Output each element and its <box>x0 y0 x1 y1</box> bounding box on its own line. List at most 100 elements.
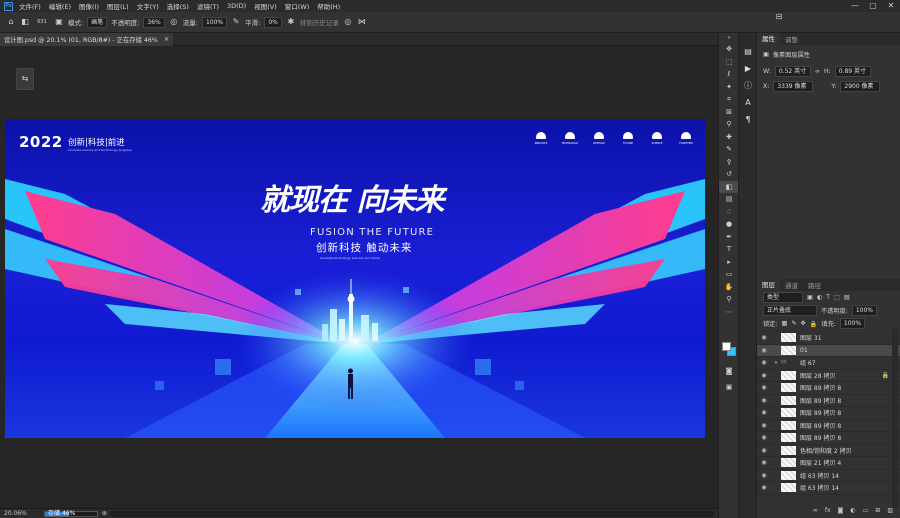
visibility-eye-icon[interactable]: ◉ <box>757 409 771 416</box>
move-tool-icon[interactable]: ✥ <box>719 43 739 56</box>
menu-edit[interactable]: 编辑(E) <box>49 1 71 11</box>
arrange-documents-icon[interactable]: ⊟ <box>772 10 786 24</box>
marquee-tool-icon[interactable]: ⬚ <box>719 56 739 69</box>
photoshop-logo-icon[interactable]: Ps <box>4 1 13 11</box>
visibility-eye-icon[interactable]: ◉ <box>757 472 771 479</box>
layer-row[interactable]: ◉ 图层 89 拷贝 8 <box>757 382 900 395</box>
menu-image[interactable]: 图像(I) <box>79 1 99 11</box>
maximize-button[interactable]: ▢ <box>864 0 882 12</box>
paragraph-panel-icon[interactable]: ¶ <box>739 111 757 128</box>
layer-row[interactable]: ◉ 图层 28 拷贝 🔒 <box>757 370 900 382</box>
gear-icon[interactable]: ✱ <box>286 17 296 27</box>
layer-row[interactable]: ◉ 图层 89 拷贝 8 <box>757 395 900 407</box>
fx-icon[interactable]: fx <box>825 507 831 518</box>
close-window-button[interactable]: ✕ <box>882 0 900 12</box>
collapsed-panel-icon[interactable]: ⇆ <box>16 68 34 90</box>
clone-stamp-icon[interactable]: ⚴ <box>719 156 739 169</box>
visibility-eye-icon[interactable]: ◉ <box>757 359 771 366</box>
layer-row[interactable]: ◉ 图层 89 拷贝 8 <box>757 432 900 445</box>
quick-mask-icon[interactable]: ◙ <box>719 365 739 378</box>
layer-row[interactable]: ◉ 色相/饱和度 2 拷贝 <box>757 445 900 457</box>
foreground-color-swatch[interactable] <box>722 342 731 351</box>
filter-adjust-icon[interactable]: ◐ <box>817 294 822 301</box>
layer-row[interactable]: ◉ 组 63 拷贝 14 <box>757 470 900 482</box>
zoom-tool-icon[interactable]: ⚲ <box>719 293 739 306</box>
blur-tool-icon[interactable]: ♢ <box>719 206 739 219</box>
blend-mode-select[interactable]: 正片叠底 <box>763 305 817 316</box>
opacity-field[interactable]: 36% <box>143 16 165 28</box>
hand-tool-icon[interactable]: ✋ <box>719 281 739 294</box>
filter-pixel-icon[interactable]: ▣ <box>807 294 813 301</box>
menu-help[interactable]: 帮助(H) <box>317 1 340 11</box>
history-panel-icon[interactable]: ▤ <box>739 43 757 60</box>
filter-shape-icon[interactable]: ⬚ <box>834 294 840 301</box>
gradient-tool-icon[interactable]: ▤ <box>719 193 739 206</box>
smooth-field[interactable]: 0% <box>264 16 282 28</box>
layer-row[interactable]: ◉ 图层 31 <box>757 332 900 345</box>
layer-row[interactable]: ◉ ▾ ▭ 组 67 <box>757 357 900 370</box>
home-icon[interactable]: ⌂ <box>6 17 16 27</box>
brush-panel-icon[interactable]: ▣ <box>54 17 64 27</box>
layer-opacity-field[interactable]: 100% <box>851 305 877 316</box>
symmetry-icon[interactable]: ⋈ <box>357 17 367 27</box>
menu-layer[interactable]: 图层(L) <box>107 1 129 11</box>
lasso-tool-icon[interactable]: ℓ <box>719 68 739 81</box>
menu-filter[interactable]: 滤镜(T) <box>197 1 219 11</box>
info-panel-icon[interactable]: ⓘ <box>739 77 757 94</box>
history-brush-icon[interactable]: ↺ <box>719 168 739 181</box>
lock-pixels-icon[interactable]: ✎ <box>791 320 796 327</box>
layer-row[interactable]: ◉ 图层 21 拷贝 4 <box>757 457 900 470</box>
eraser-icon[interactable]: ◧ <box>719 180 739 193</box>
expand-group-icon[interactable]: ▾ <box>771 360 781 366</box>
layer-row[interactable]: ◉ 图层 89 拷贝 8 <box>757 407 900 420</box>
menu-file[interactable]: 文件(F) <box>19 1 41 11</box>
pressure-size-icon[interactable]: ◎ <box>343 17 353 27</box>
layer-row[interactable]: ◉ 图层 89 拷贝 8 <box>757 420 900 432</box>
crop-tool-icon[interactable]: ⌗ <box>719 93 739 106</box>
brush-size[interactable]: 631 <box>34 19 50 25</box>
erase-history-checkbox[interactable]: 抹到历史记录 <box>300 17 339 27</box>
path-selection-icon[interactable]: ▸ <box>719 256 739 269</box>
tab-adjustments[interactable]: 调整 <box>780 34 803 44</box>
visibility-eye-icon[interactable]: ◉ <box>757 434 771 441</box>
visibility-eye-icon[interactable]: ◉ <box>757 347 771 354</box>
screen-mode-icon[interactable]: ▣ <box>719 381 739 394</box>
visibility-eye-icon[interactable]: ◉ <box>757 447 771 454</box>
eyedropper-icon[interactable]: ⚲ <box>719 118 739 131</box>
lock-position-icon[interactable]: ✥ <box>801 320 806 327</box>
menu-view[interactable]: 视图(V) <box>254 1 277 11</box>
airbrush-icon[interactable]: ✎ <box>231 17 241 27</box>
visibility-eye-icon[interactable]: ◉ <box>757 459 771 466</box>
menu-select[interactable]: 选择(S) <box>167 1 189 11</box>
type-tool-icon[interactable]: T <box>719 243 739 256</box>
tab-properties[interactable]: 属性 <box>757 33 780 45</box>
filter-type-icon[interactable]: T <box>826 294 830 301</box>
delete-layer-icon[interactable]: ▥ <box>887 507 893 518</box>
filter-smart-icon[interactable]: ▤ <box>844 294 850 301</box>
add-mask-icon[interactable]: ◙ <box>838 507 844 518</box>
minimize-button[interactable]: — <box>846 0 864 12</box>
close-tab-icon[interactable]: × <box>164 36 169 43</box>
new-group-icon[interactable]: ▭ <box>863 507 869 518</box>
healing-brush-icon[interactable]: ✚ <box>719 131 739 144</box>
visibility-eye-icon[interactable]: ◉ <box>757 397 771 404</box>
flow-field[interactable]: 100% <box>201 16 228 28</box>
zoom-level[interactable]: 20.06% <box>4 509 27 518</box>
tab-paths[interactable]: 路径 <box>803 280 826 290</box>
visibility-eye-icon[interactable]: ◉ <box>757 484 771 491</box>
more-tools-icon[interactable]: ⋯ <box>719 306 739 319</box>
link-layers-icon[interactable]: ∞ <box>813 507 818 518</box>
eraser-tool-icon[interactable]: ◧ <box>20 17 30 27</box>
strip-collapse-icon[interactable] <box>739 33 757 43</box>
visibility-eye-icon[interactable]: ◉ <box>757 334 771 341</box>
visibility-eye-icon[interactable]: ◉ <box>757 372 771 379</box>
frame-tool-icon[interactable]: ⊠ <box>719 106 739 119</box>
height-field[interactable]: 0.89 英寸 <box>834 66 871 77</box>
new-layer-icon[interactable]: ⊞ <box>875 507 880 518</box>
document-tab[interactable]: 设计图.psd @ 20.1% (01, RGB/8#) - 正在存储 46% … <box>0 33 174 46</box>
link-dimensions-icon[interactable]: ∞ <box>815 68 820 75</box>
pressure-opacity-icon[interactable]: ◎ <box>169 17 179 27</box>
cancel-save-icon[interactable]: ⊗ <box>102 509 107 518</box>
width-field[interactable]: 0.52 英寸 <box>774 66 811 77</box>
x-field[interactable]: 3339 像素 <box>773 81 814 92</box>
